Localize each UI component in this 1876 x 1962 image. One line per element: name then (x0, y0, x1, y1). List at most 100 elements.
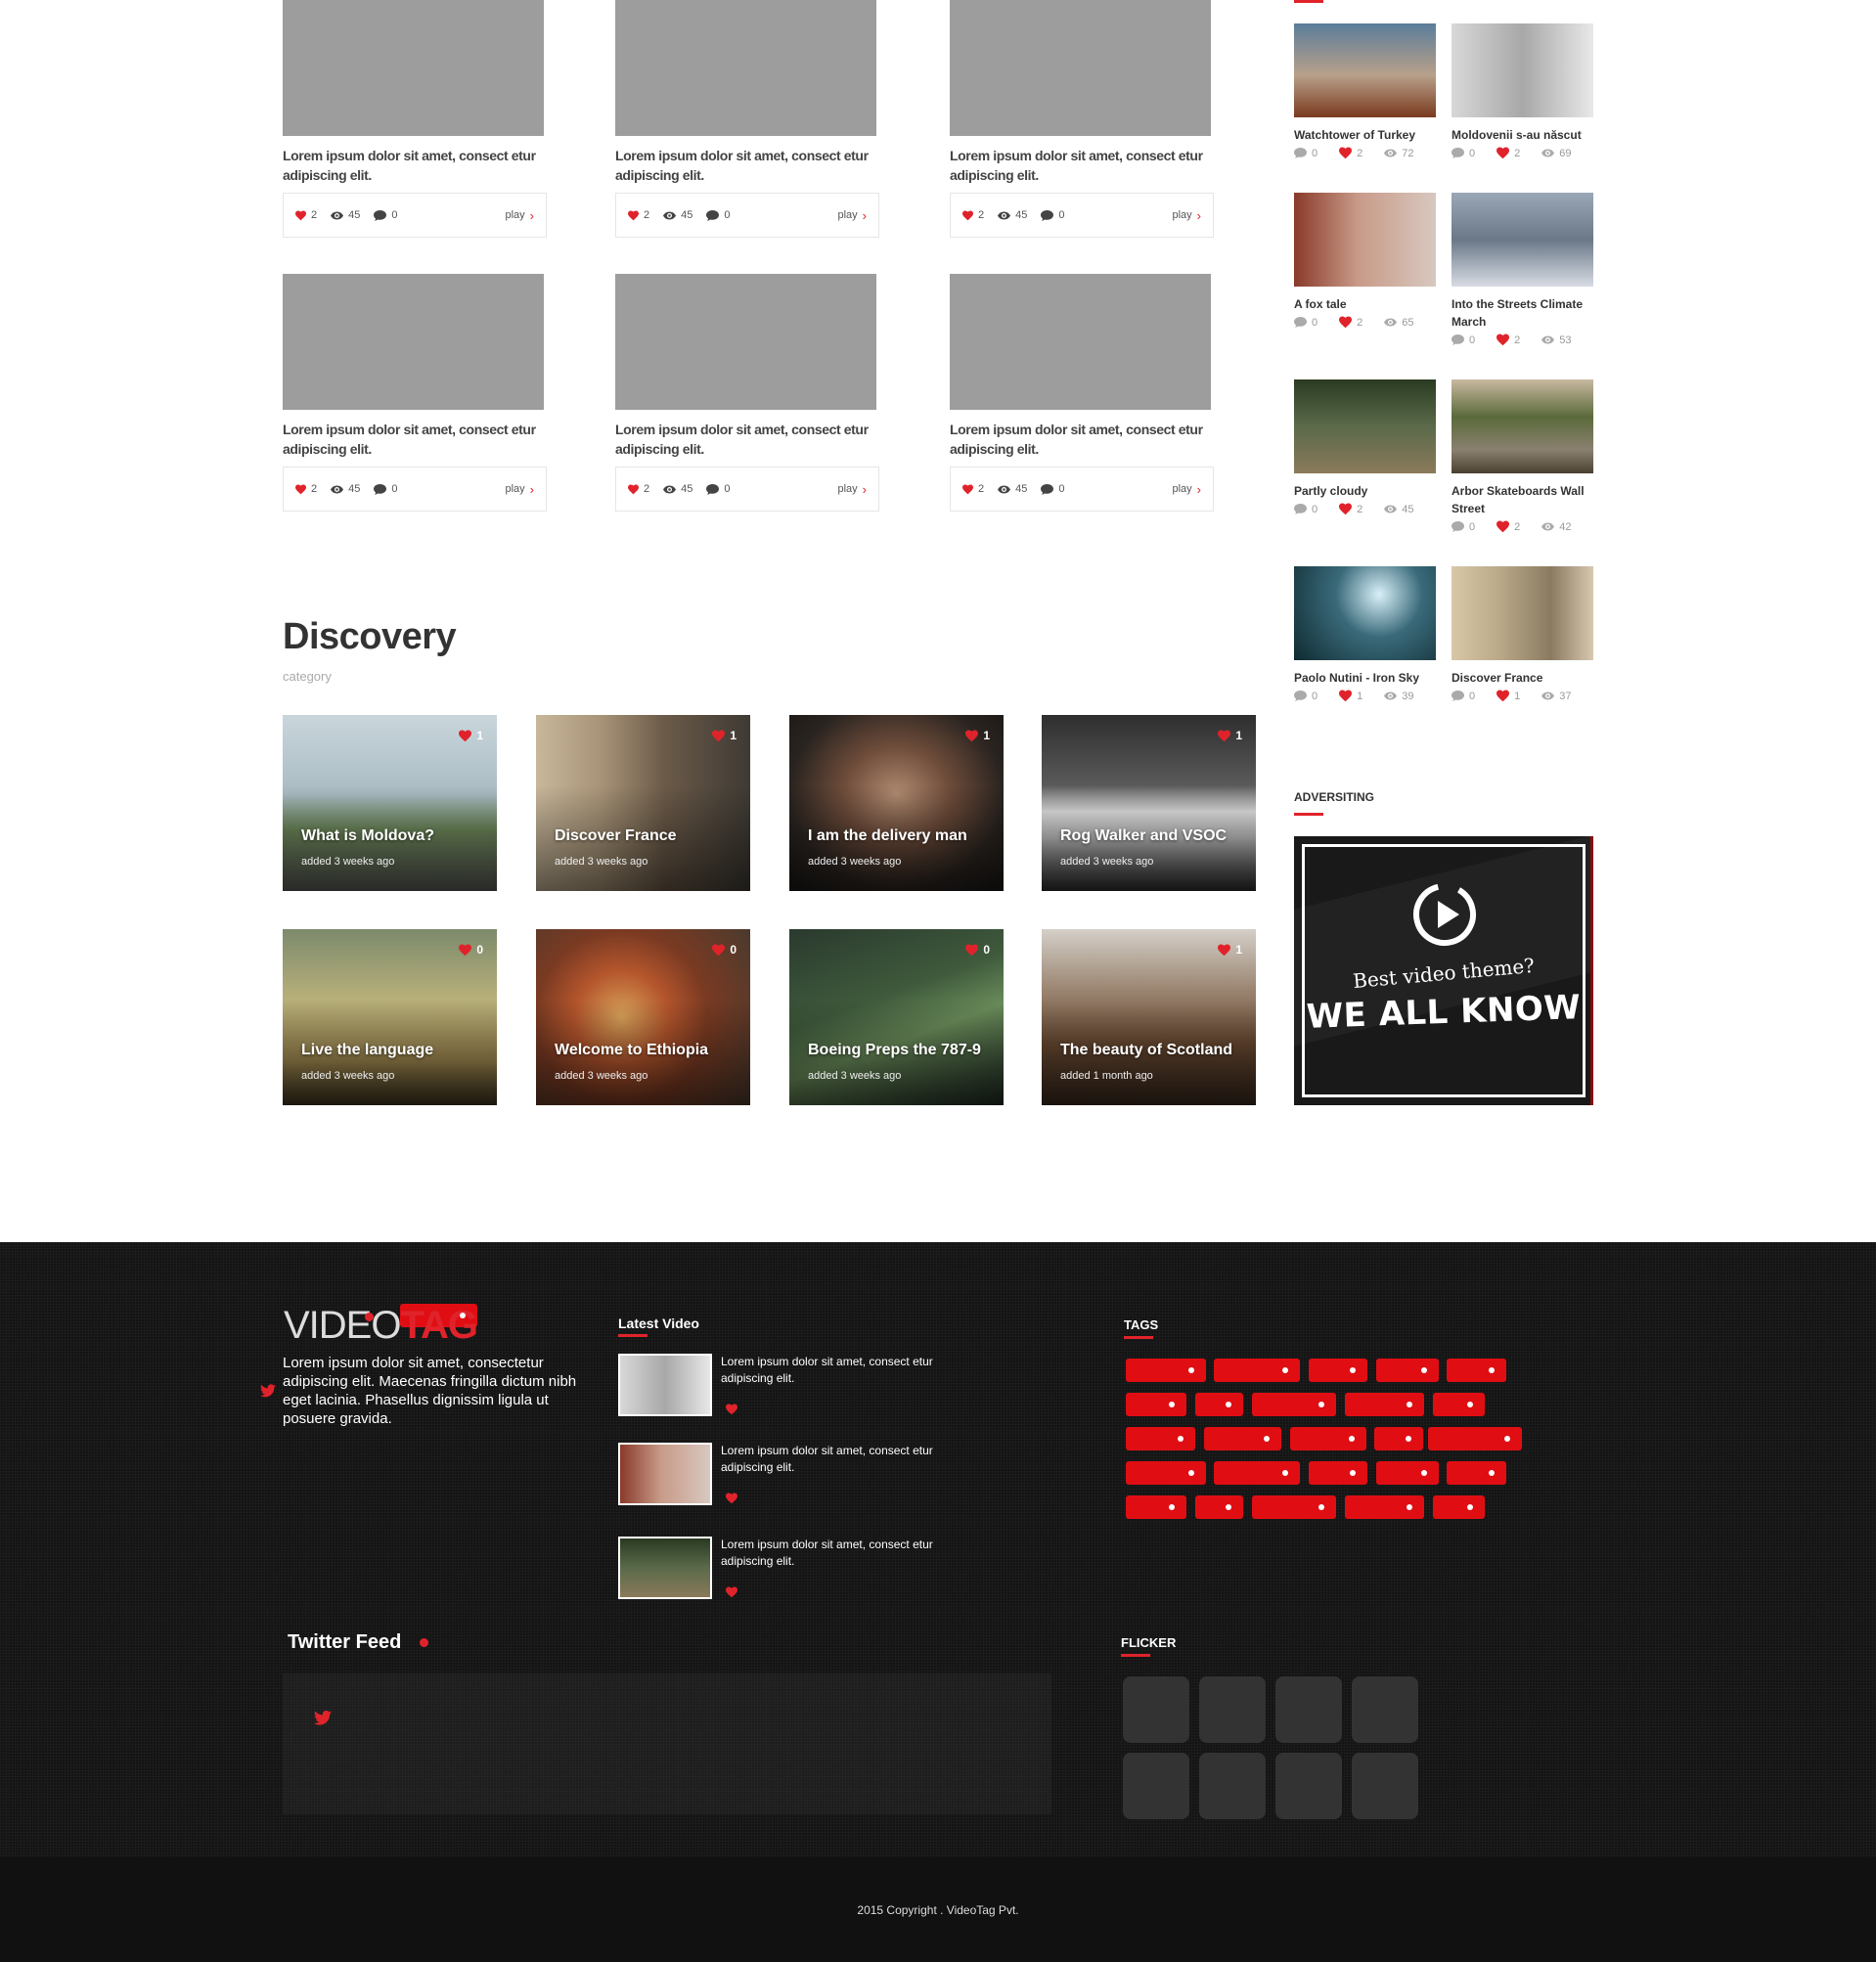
comments-count[interactable]: 0 (706, 483, 731, 495)
tag-pill[interactable] (1447, 1359, 1506, 1382)
tag-pill[interactable] (1428, 1427, 1522, 1450)
discovery-likes[interactable]: 0 (712, 943, 737, 957)
likes-count[interactable]: 2 (1339, 503, 1373, 515)
likes-count[interactable]: 2 (1496, 520, 1531, 533)
sidebar-video-thumbnail[interactable] (1452, 566, 1593, 660)
latest-video-like[interactable] (726, 1492, 737, 1509)
video-title[interactable]: Lorem ipsum dolor sit amet, consect etur… (615, 420, 879, 459)
tag-pill[interactable] (1290, 1427, 1366, 1450)
likes-count[interactable]: 2 (1496, 334, 1531, 346)
tag-pill[interactable] (1376, 1461, 1439, 1485)
likes-count[interactable]: 1 (1339, 690, 1373, 702)
sidebar-video-title[interactable]: Paolo Nutini - Iron Sky (1294, 669, 1436, 687)
tag-pill[interactable] (1433, 1393, 1485, 1416)
video-thumbnail[interactable] (283, 0, 544, 136)
tag-pill[interactable] (1214, 1461, 1300, 1485)
sidebar-video-title[interactable]: Moldovenii s-au născut (1452, 126, 1593, 144)
video-title[interactable]: Lorem ipsum dolor sit amet, consect etur… (950, 146, 1214, 185)
comments-count[interactable]: 0 (1294, 148, 1328, 159)
comments-count[interactable]: 0 (1294, 504, 1328, 515)
comments-count[interactable]: 0 (374, 209, 398, 221)
comments-count[interactable]: 0 (1294, 691, 1328, 702)
sidebar-video-title[interactable]: Partly cloudy (1294, 482, 1436, 500)
video-card[interactable]: Lorem ipsum dolor sit amet, consect etur… (615, 274, 879, 512)
sidebar-video-item[interactable]: Discover France 0 1 37 (1452, 566, 1593, 702)
likes-count[interactable]: 2 (1496, 147, 1531, 159)
twitter-icon[interactable] (260, 1384, 276, 1398)
latest-video-text[interactable]: Lorem ipsum dolor sit amet, consect etur… (721, 1354, 965, 1387)
latest-video-text[interactable]: Lorem ipsum dolor sit amet, consect etur… (721, 1537, 965, 1570)
likes-count[interactable]: 2 (962, 483, 984, 495)
tag-pill[interactable] (1204, 1427, 1281, 1450)
likes-count[interactable]: 2 (295, 209, 317, 221)
discovery-card[interactable]: 1 What is Moldova? added 3 weeks ago (283, 715, 497, 891)
likes-count[interactable]: 2 (295, 483, 317, 495)
likes-count[interactable]: 2 (1339, 316, 1373, 329)
sidebar-video-item[interactable]: Partly cloudy 0 2 45 (1294, 379, 1436, 515)
video-card[interactable]: Lorem ipsum dolor sit amet, consect etur… (950, 0, 1214, 238)
sidebar-video-item[interactable]: Moldovenii s-au născut 0 2 69 (1452, 23, 1593, 159)
latest-video-thumbnail[interactable] (618, 1537, 712, 1599)
flicker-photo[interactable] (1123, 1753, 1189, 1819)
discovery-card-title[interactable]: Rog Walker and VSOC (1060, 825, 1242, 846)
discovery-card[interactable]: 1 Discover France added 3 weeks ago (536, 715, 750, 891)
play-link[interactable]: play › (1172, 208, 1201, 223)
twitter-feed-icon[interactable] (314, 1711, 332, 1725)
comments-count[interactable]: 0 (1452, 521, 1486, 533)
tag-pill[interactable] (1374, 1427, 1423, 1450)
sidebar-video-title[interactable]: A fox tale (1294, 295, 1436, 313)
discovery-likes[interactable]: 0 (965, 943, 990, 957)
tag-pill[interactable] (1126, 1359, 1206, 1382)
play-link[interactable]: play › (837, 208, 867, 223)
tag-pill[interactable] (1433, 1495, 1485, 1519)
tag-pill[interactable] (1195, 1495, 1243, 1519)
tag-pill[interactable] (1309, 1359, 1367, 1382)
comments-count[interactable]: 0 (706, 209, 731, 221)
likes-count[interactable]: 1 (1496, 690, 1531, 702)
video-thumbnail[interactable] (950, 0, 1211, 136)
comments-count[interactable]: 0 (1452, 691, 1486, 702)
likes-count[interactable]: 2 (962, 209, 984, 221)
flicker-photo[interactable] (1352, 1676, 1418, 1743)
sidebar-video-thumbnail[interactable] (1294, 193, 1436, 287)
tag-pill[interactable] (1126, 1461, 1206, 1485)
likes-count[interactable]: 2 (628, 209, 649, 221)
comments-count[interactable]: 0 (1294, 317, 1328, 329)
discovery-card-title[interactable]: What is Moldova? (301, 825, 483, 846)
latest-video-thumbnail[interactable] (618, 1443, 712, 1505)
sidebar-video-thumbnail[interactable] (1294, 23, 1436, 117)
play-link[interactable]: play › (1172, 482, 1201, 497)
discovery-card-title[interactable]: Welcome to Ethiopia (555, 1040, 737, 1060)
comments-count[interactable]: 0 (1452, 334, 1486, 346)
discovery-card-title[interactable]: I am the delivery man (808, 825, 990, 846)
tag-pill[interactable] (1345, 1393, 1424, 1416)
tag-pill[interactable] (1252, 1393, 1336, 1416)
flicker-photo[interactable] (1275, 1753, 1342, 1819)
discovery-card-title[interactable]: The beauty of Scotland (1060, 1040, 1242, 1060)
sidebar-video-title[interactable]: Into the Streets Climate March (1452, 295, 1593, 331)
discovery-card-title[interactable]: Discover France (555, 825, 737, 846)
tag-pill[interactable] (1252, 1495, 1336, 1519)
discovery-card[interactable]: 1 I am the delivery man added 3 weeks ago (789, 715, 1004, 891)
video-card[interactable]: Lorem ipsum dolor sit amet, consect etur… (283, 0, 547, 238)
latest-video-like[interactable] (726, 1585, 737, 1603)
play-link[interactable]: play › (505, 482, 534, 497)
tag-pill[interactable] (1126, 1427, 1195, 1450)
advertising-banner[interactable]: Best video theme? WE ALL KNOW (1294, 836, 1593, 1105)
comments-count[interactable]: 0 (374, 483, 398, 495)
video-card[interactable]: Lorem ipsum dolor sit amet, consect etur… (283, 274, 547, 512)
sidebar-video-item[interactable]: A fox tale 0 2 65 (1294, 193, 1436, 329)
sidebar-video-title[interactable]: Arbor Skateboards Wall Street (1452, 482, 1593, 517)
likes-count[interactable]: 2 (1339, 147, 1373, 159)
latest-video-text[interactable]: Lorem ipsum dolor sit amet, consect etur… (721, 1443, 965, 1476)
play-link[interactable]: play › (505, 208, 534, 223)
discovery-card-title[interactable]: Live the language (301, 1040, 483, 1060)
play-link[interactable]: play › (837, 482, 867, 497)
sidebar-video-thumbnail[interactable] (1452, 193, 1593, 287)
discovery-card[interactable]: 1 Rog Walker and VSOC added 3 weeks ago (1042, 715, 1256, 891)
video-thumbnail[interactable] (283, 274, 544, 410)
flicker-photo[interactable] (1352, 1753, 1418, 1819)
sidebar-video-thumbnail[interactable] (1294, 379, 1436, 473)
sidebar-video-title[interactable]: Discover France (1452, 669, 1593, 687)
sidebar-video-item[interactable]: Watchtower of Turkey 0 2 72 (1294, 23, 1436, 159)
